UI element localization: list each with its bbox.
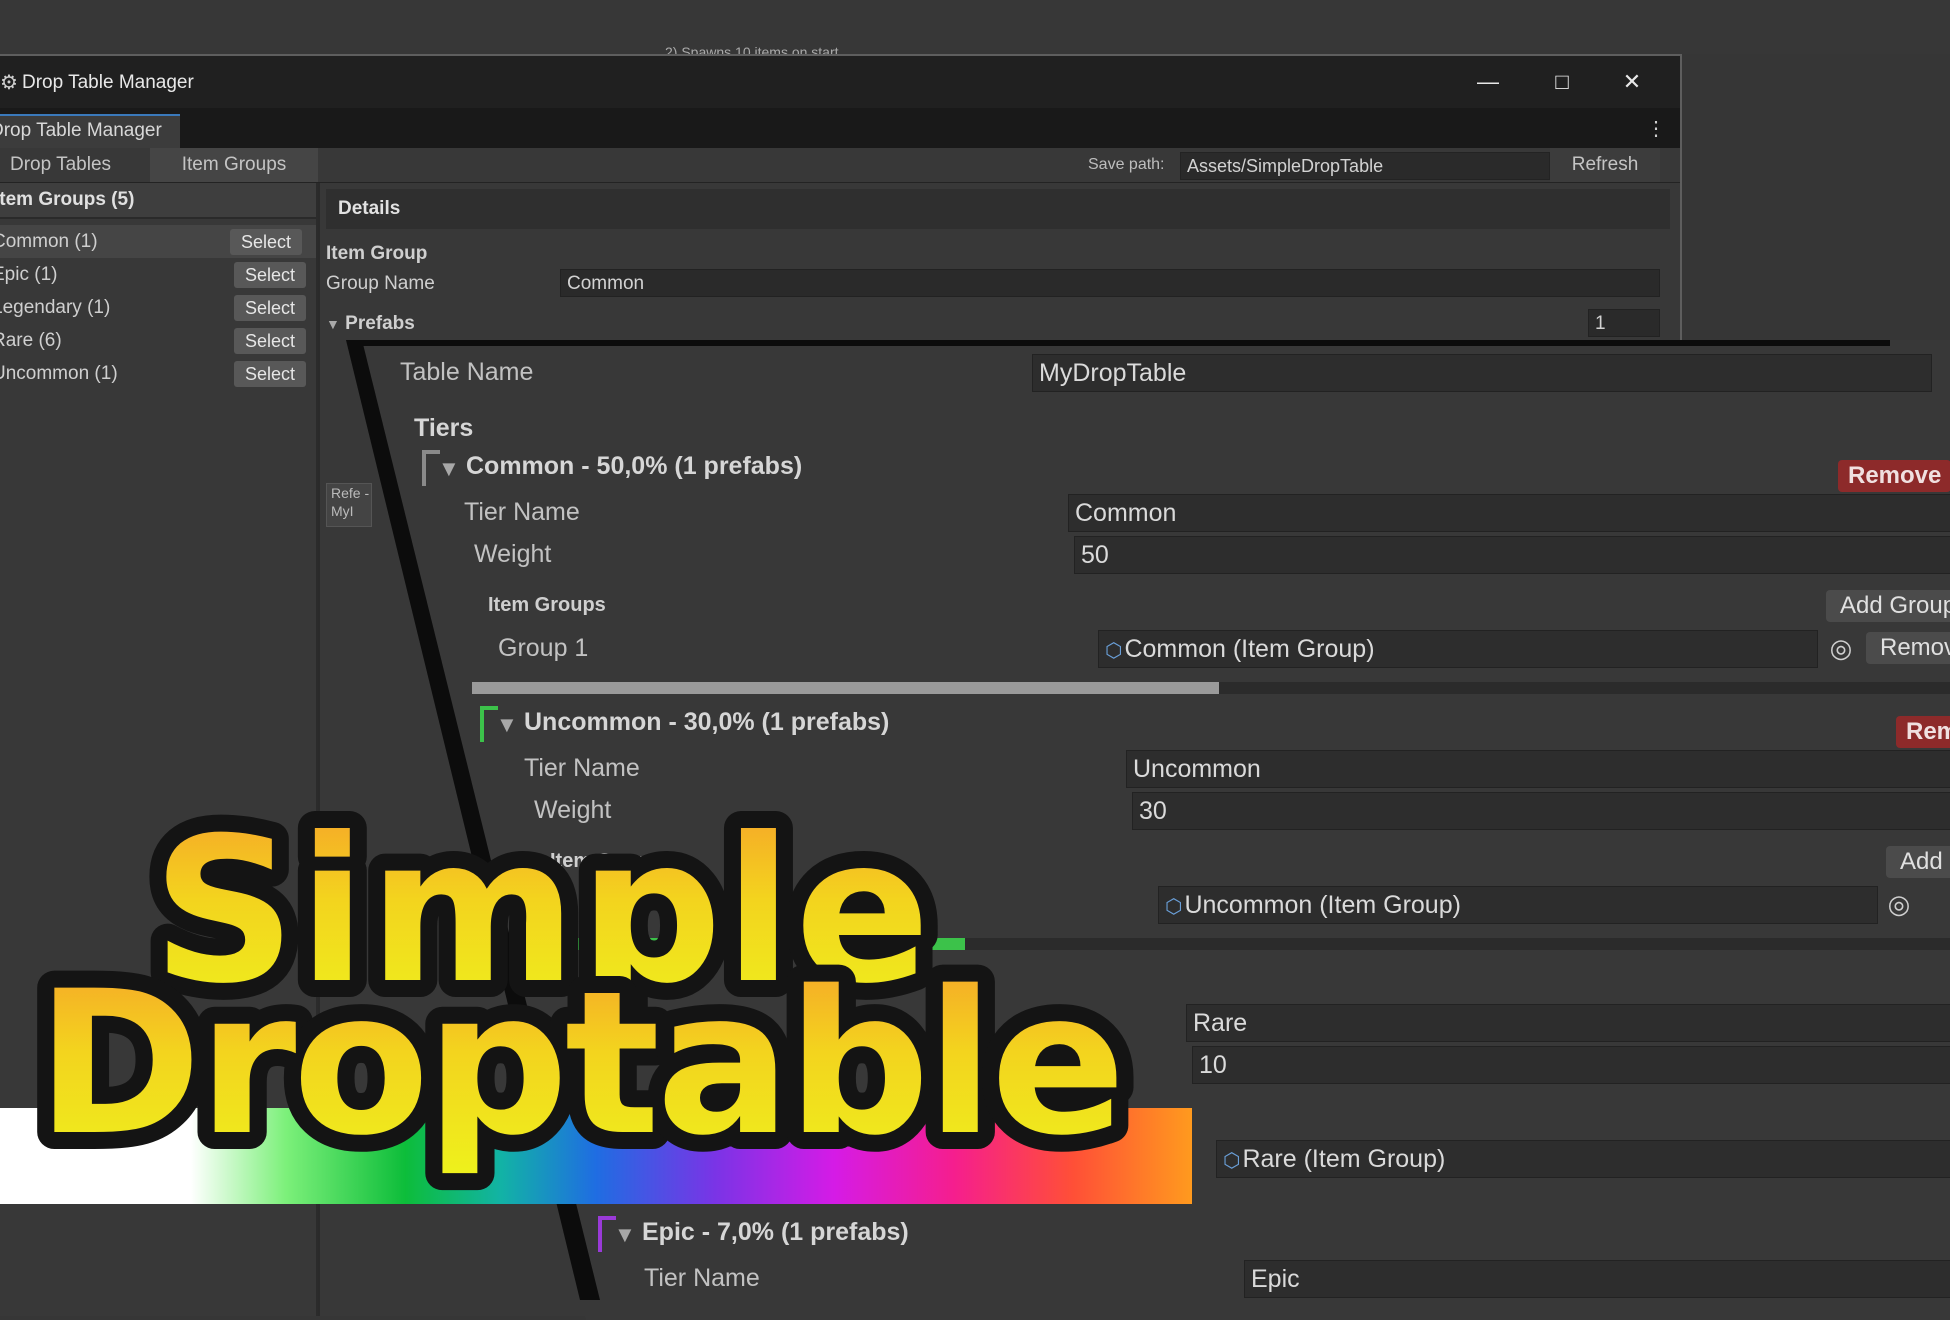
- logo-line2-fill: Droptable: [36, 948, 1122, 1179]
- logo-wordmark: Simple Simple Droptable Droptable: [19, 778, 1143, 1196]
